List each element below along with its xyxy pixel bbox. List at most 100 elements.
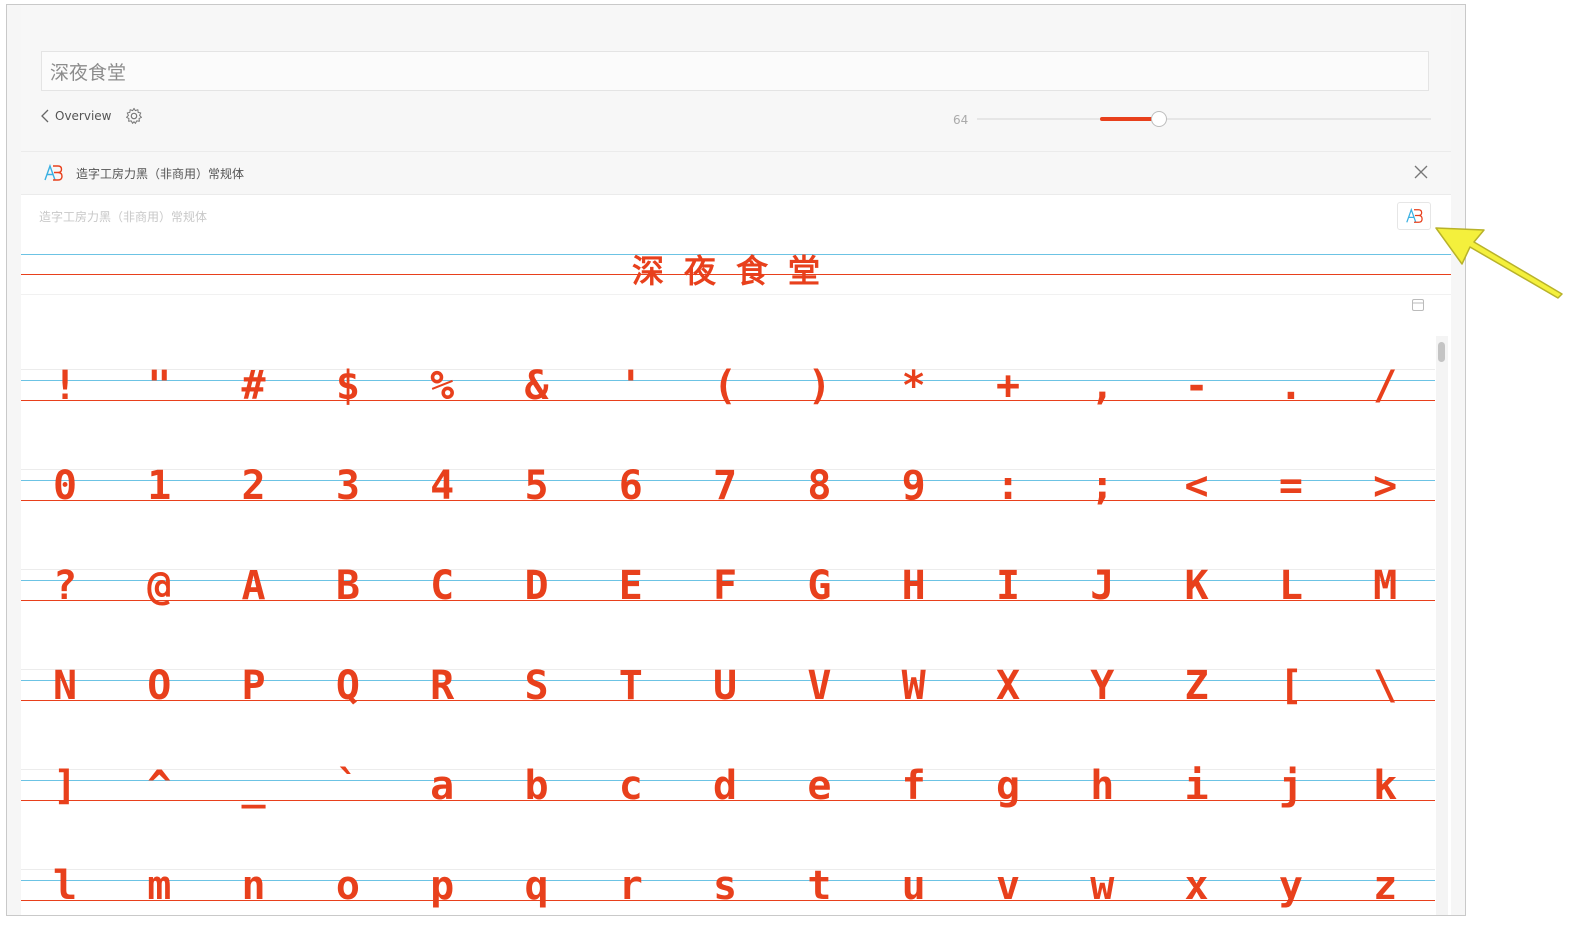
glyph-cell[interactable]: ) (789, 366, 849, 406)
font-size-slider[interactable] (977, 111, 1431, 127)
glyph-cell[interactable]: j (1261, 766, 1321, 806)
glyph-cell[interactable]: # (224, 366, 284, 406)
glyph-cell[interactable]: g (978, 766, 1038, 806)
glyph-cell[interactable]: R (412, 666, 472, 706)
glyph-cell[interactable]: F (695, 566, 755, 606)
glyph-cell[interactable]: A (224, 566, 284, 606)
slider-thumb[interactable] (1150, 111, 1167, 127)
glyph-cell[interactable]: o (318, 866, 378, 906)
glyph-cell[interactable]: = (1261, 466, 1321, 506)
glyph-cell[interactable]: 2 (224, 466, 284, 506)
gear-icon[interactable] (125, 107, 143, 125)
glyph-cell[interactable]: f (884, 766, 944, 806)
glyph-cell[interactable]: m (129, 866, 189, 906)
glyph-cell[interactable]: l (35, 866, 95, 906)
glyph-cell[interactable]: @ (129, 566, 189, 606)
glyph-cell[interactable]: k (1355, 766, 1415, 806)
glyph-cell[interactable]: q (507, 866, 567, 906)
glyph-cell[interactable]: L (1261, 566, 1321, 606)
close-icon[interactable] (1413, 164, 1429, 180)
glyph-cell[interactable]: 9 (884, 466, 944, 506)
glyph-cell[interactable]: _ (224, 766, 284, 806)
glyph-cell[interactable]: < (1167, 466, 1227, 506)
glyph-cell[interactable]: $ (318, 366, 378, 406)
glyph-cell[interactable]: Y (1072, 666, 1132, 706)
glyph-cell[interactable]: : (978, 466, 1038, 506)
glyph-cell[interactable]: n (224, 866, 284, 906)
glyph-cell[interactable]: V (789, 666, 849, 706)
glyph-cell[interactable]: i (1167, 766, 1227, 806)
glyph-cell[interactable]: + (978, 366, 1038, 406)
glyph-cell[interactable]: z (1355, 866, 1415, 906)
glyph-cell[interactable]: ; (1072, 466, 1132, 506)
glyph-cell[interactable]: , (1072, 366, 1132, 406)
scrollbar-thumb[interactable] (1438, 342, 1445, 362)
glyph-cell[interactable]: ! (35, 366, 95, 406)
glyph-cell[interactable]: s (695, 866, 755, 906)
glyph-cell[interactable]: h (1072, 766, 1132, 806)
glyph-cell[interactable]: B (318, 566, 378, 606)
glyph-cell[interactable]: H (884, 566, 944, 606)
glyph-cell[interactable]: 0 (35, 466, 95, 506)
glyph-cell[interactable]: S (507, 666, 567, 706)
glyph-cell[interactable]: 3 (318, 466, 378, 506)
glyph-cell[interactable]: b (507, 766, 567, 806)
glyph-cell[interactable]: e (789, 766, 849, 806)
glyph-cell[interactable]: O (129, 666, 189, 706)
glyph-cell[interactable]: a (412, 766, 472, 806)
glyph-cell[interactable]: ] (35, 766, 95, 806)
glyph-cell[interactable]: T (601, 666, 661, 706)
glyph-cell[interactable]: t (789, 866, 849, 906)
glyph-cell[interactable]: % (412, 366, 472, 406)
glyph-cell[interactable]: M (1355, 566, 1415, 606)
glyph-cell[interactable]: 5 (507, 466, 567, 506)
glyph-cell[interactable]: U (695, 666, 755, 706)
glyph-cell[interactable]: Z (1167, 666, 1227, 706)
glyph-cell[interactable]: ^ (129, 766, 189, 806)
glyph-cell[interactable]: K (1167, 566, 1227, 606)
glyph-cell[interactable]: ? (35, 566, 95, 606)
glyph-cell[interactable]: 4 (412, 466, 472, 506)
preview-text-input[interactable] (41, 51, 1429, 91)
glyph-cell[interactable]: . (1261, 366, 1321, 406)
glyph-cell[interactable]: r (601, 866, 661, 906)
glyph-cell[interactable]: d (695, 766, 755, 806)
glyph-cell[interactable]: C (412, 566, 472, 606)
glyph-cell[interactable]: ( (695, 366, 755, 406)
glyph-cell[interactable]: X (978, 666, 1038, 706)
glyph-cell[interactable]: [ (1261, 666, 1321, 706)
glyph-cell[interactable]: & (507, 366, 567, 406)
glyph-cell[interactable]: 6 (601, 466, 661, 506)
glyph-cell[interactable]: 1 (129, 466, 189, 506)
glyph-cell[interactable]: * (884, 366, 944, 406)
glyph-cell[interactable]: " (129, 366, 189, 406)
glyph-cell[interactable]: u (884, 866, 944, 906)
glyph-cell[interactable]: J (1072, 566, 1132, 606)
glyph-cell[interactable]: E (601, 566, 661, 606)
glyph-cell[interactable]: / (1355, 366, 1415, 406)
glyph-cell[interactable]: W (884, 666, 944, 706)
compare-font-button[interactable] (1397, 202, 1431, 230)
glyph-cell[interactable]: 7 (695, 466, 755, 506)
glyph-cell[interactable]: p (412, 866, 472, 906)
glyph-cell[interactable]: c (601, 766, 661, 806)
glyph-cell[interactable]: > (1355, 466, 1415, 506)
glyph-cell[interactable]: w (1072, 866, 1132, 906)
back-to-overview-link[interactable]: Overview (41, 109, 112, 123)
glyph-cell[interactable]: ' (601, 366, 661, 406)
glyph-cell[interactable]: - (1167, 366, 1227, 406)
glyph-cell[interactable]: y (1261, 866, 1321, 906)
glyph-cell[interactable]: ` (318, 766, 378, 806)
glyph-cell[interactable]: N (35, 666, 95, 706)
scrollbar[interactable] (1436, 336, 1448, 915)
glyph-cell[interactable]: \ (1355, 666, 1415, 706)
glyph-cell[interactable]: P (224, 666, 284, 706)
glyph-cell[interactable]: G (789, 566, 849, 606)
glyph-cell[interactable]: 8 (789, 466, 849, 506)
glyph-cell[interactable]: I (978, 566, 1038, 606)
save-icon[interactable] (1411, 298, 1425, 312)
glyph-cell[interactable]: v (978, 866, 1038, 906)
glyph-cell[interactable]: D (507, 566, 567, 606)
glyph-cell[interactable]: x (1167, 866, 1227, 906)
glyph-cell[interactable]: Q (318, 666, 378, 706)
